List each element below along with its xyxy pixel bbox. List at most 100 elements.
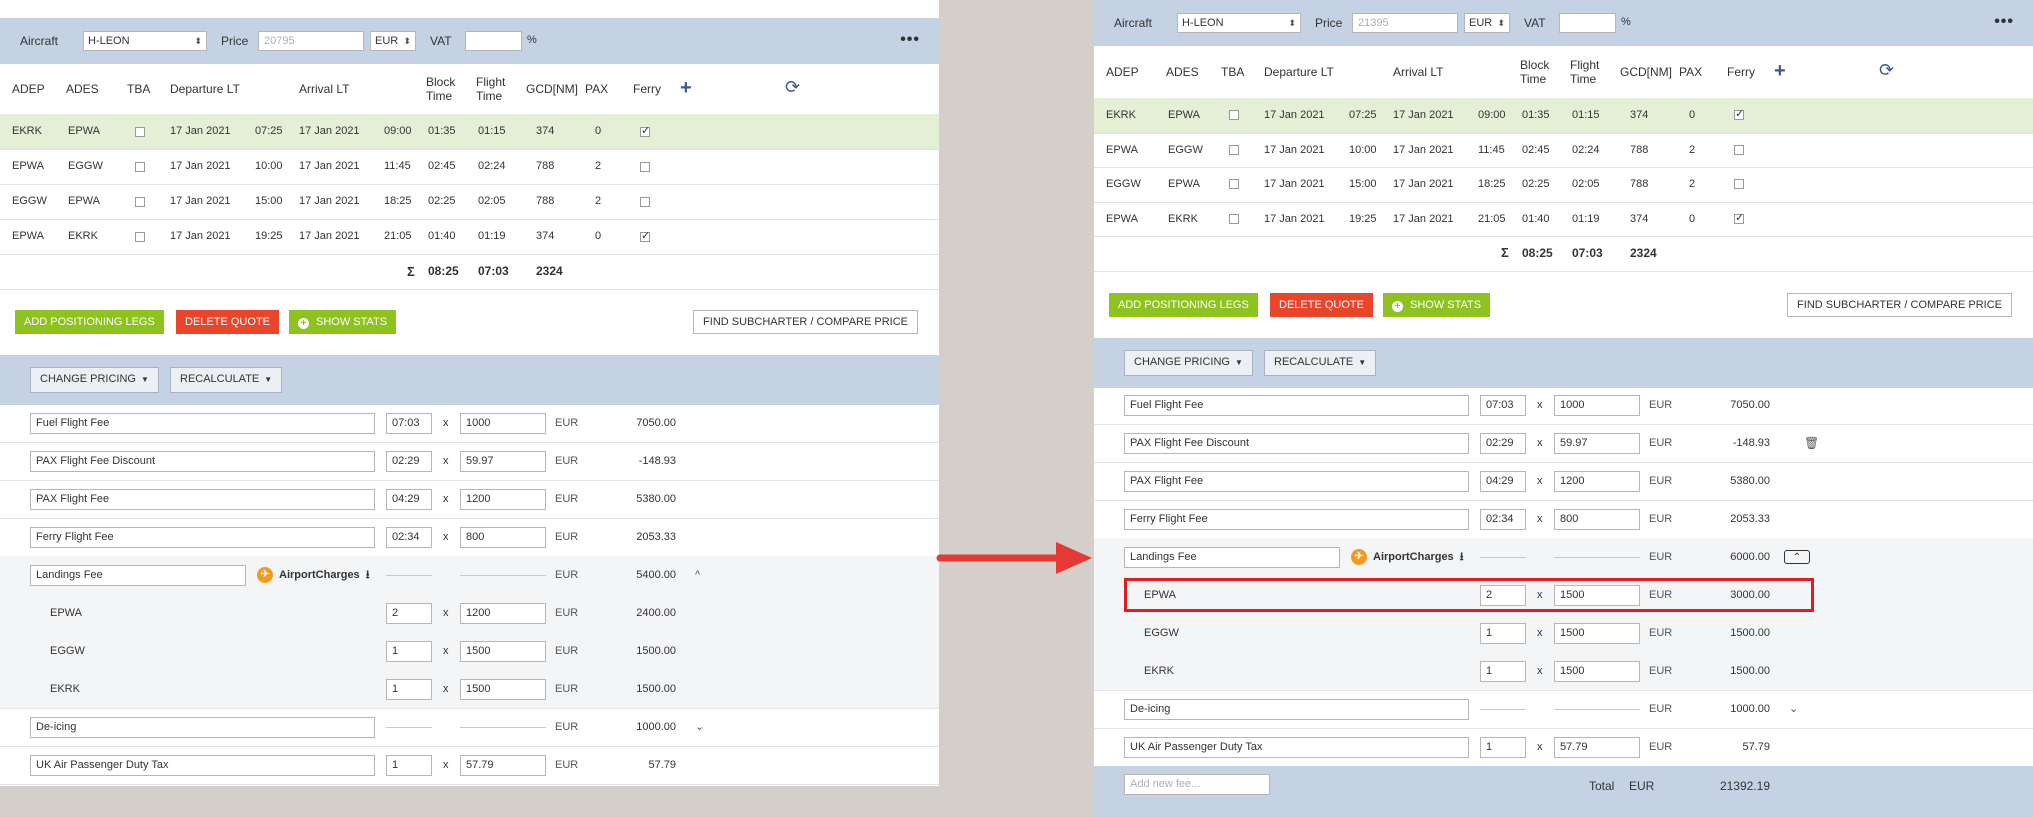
chevron-up-icon[interactable]: ^ <box>695 556 700 594</box>
fee-name-input[interactable]: Ferry Flight Fee <box>30 526 375 548</box>
fee-quantity-input[interactable]: 1 <box>386 678 432 700</box>
fee-name-input[interactable]: PAX Flight Fee Discount <box>1124 432 1469 454</box>
fee-quantity-input[interactable]: 2 <box>386 602 432 624</box>
fee-quantity-input[interactable]: 04:29 <box>386 488 432 510</box>
fee-row[interactable]: De-icing EUR 1000.00 ⌄ <box>1094 690 2033 729</box>
fee-name-input[interactable]: Fuel Flight Fee <box>30 412 375 434</box>
fee-row[interactable]: PAX Flight Fee Discount 02:29 x 59.97 EUR -14… <box>0 442 939 481</box>
add-leg-icon[interactable]: + <box>680 77 692 100</box>
delete-quote-button[interactable]: DELETE QUOTE <box>176 310 279 334</box>
download-icon[interactable]: ⭳ <box>1460 551 1464 563</box>
fee-name-input[interactable]: De-icing <box>1124 698 1469 720</box>
add-new-fee-input[interactable]: Add new fee... <box>1124 774 1270 795</box>
ferry-checkbox[interactable] <box>1734 144 1744 155</box>
fee-rate-input[interactable]: 1000 <box>1554 394 1640 416</box>
refresh-icon[interactable]: ⟳ <box>1879 60 1894 81</box>
fee-quantity-input[interactable]: 02:34 <box>1480 508 1526 530</box>
tba-checkbox[interactable] <box>135 126 145 137</box>
fee-name-input[interactable]: Landings Fee <box>1124 546 1340 568</box>
table-row[interactable]: EGGW EPWA 17 Jan 2021 15:00 17 Jan 2021 18:25… <box>1094 167 2033 203</box>
fee-rate-input[interactable]: 59.97 <box>1554 432 1640 454</box>
fee-row[interactable]: PAX Flight Fee Discount 02:29 x 59.97 EUR -14… <box>1094 424 2033 463</box>
fee-row[interactable]: UK Air Passenger Duty Tax 1 x 57.79 EUR 57.79 <box>0 746 939 785</box>
fee-row[interactable]: PAX Flight Fee 04:29 x 1200 EUR 5380.00 <box>1094 462 2033 501</box>
landing-fee-airport-row[interactable]: EPWA 2 x 1500 EUR 3000.00 <box>1094 576 2033 615</box>
fee-name-input[interactable]: Ferry Flight Fee <box>1124 508 1469 530</box>
table-row[interactable]: EPWA EKRK 17 Jan 2021 19:25 17 Jan 2021 21:05… <box>1094 202 2033 237</box>
aircraft-select[interactable]: H-LEON ⬍ <box>83 31 207 51</box>
table-row[interactable]: EPWA EKRK 17 Jan 2021 19:25 17 Jan 2021 21:05… <box>0 219 939 255</box>
recalculate-button[interactable]: RECALCULATE ▼ <box>170 367 283 393</box>
landing-fee-airport-row[interactable]: EKRK 1 x 1500 EUR 1500.00 <box>0 670 939 709</box>
fee-rate-input[interactable]: 1200 <box>460 602 546 624</box>
tba-checkbox[interactable] <box>1229 144 1239 155</box>
vat-input[interactable] <box>465 31 522 51</box>
table-row[interactable]: EPWA EGGW 17 Jan 2021 10:00 17 Jan 2021 11:45… <box>1094 133 2033 168</box>
add-leg-icon[interactable]: + <box>1774 60 1786 83</box>
fee-name-input[interactable]: Fuel Flight Fee <box>1124 394 1469 416</box>
ferry-checkbox[interactable] <box>640 229 650 242</box>
ferry-checkbox[interactable] <box>640 124 650 137</box>
landing-fee-airport-row[interactable]: EGGW 1 x 1500 EUR 1500.00 <box>0 632 939 671</box>
chevron-down-icon[interactable]: ⌄ <box>695 708 704 746</box>
table-row[interactable]: EPWA EGGW 17 Jan 2021 10:00 17 Jan 2021 11:45… <box>0 149 939 185</box>
trash-icon[interactable]: 🗑 <box>1804 424 1819 462</box>
fee-row[interactable]: Landings Fee ✈ AirportCharges ⭳ EUR 6000.00 ⌃ <box>1094 538 2033 577</box>
fee-row[interactable]: Fuel Flight Fee 07:03 x 1000 EUR 7050.00 <box>0 404 939 443</box>
fee-rate-input[interactable]: 1500 <box>460 640 546 662</box>
fee-rate-input[interactable]: 1500 <box>460 678 546 700</box>
fee-row[interactable]: De-icing EUR 1000.00 ⌄ <box>0 708 939 747</box>
currency-select[interactable]: EUR ⬍ <box>1464 13 1510 33</box>
fee-quantity-input[interactable]: 04:29 <box>1480 470 1526 492</box>
ferry-checkbox[interactable] <box>640 196 650 207</box>
currency-select[interactable]: EUR ⬍ <box>370 31 416 51</box>
show-stats-button[interactable]: + SHOW STATS <box>289 310 397 334</box>
change-pricing-button[interactable]: CHANGE PRICING ▼ <box>30 367 159 393</box>
refresh-icon[interactable]: ⟳ <box>785 77 800 98</box>
ferry-checkbox[interactable] <box>640 161 650 172</box>
fee-row[interactable]: Ferry Flight Fee 02:34 x 800 EUR 2053.33 <box>0 518 939 557</box>
tba-checkbox[interactable] <box>1229 213 1239 224</box>
fee-quantity-input[interactable]: 1 <box>386 640 432 662</box>
fee-rate-input[interactable]: 800 <box>460 526 546 548</box>
change-pricing-button[interactable]: CHANGE PRICING ▼ <box>1124 350 1253 376</box>
fee-quantity-input[interactable]: 1 <box>1480 622 1526 644</box>
tba-checkbox[interactable] <box>1229 179 1239 190</box>
fee-name-input[interactable]: UK Air Passenger Duty Tax <box>30 754 375 776</box>
fee-quantity-input[interactable]: 07:03 <box>386 412 432 434</box>
airport-charges-link[interactable]: ✈ AirportCharges ⭳ <box>1351 538 1464 576</box>
table-row[interactable]: EKRK EPWA 17 Jan 2021 07:25 17 Jan 2021 09:00… <box>0 114 939 150</box>
show-stats-button[interactable]: + SHOW STATS <box>1383 293 1491 317</box>
delete-quote-button[interactable]: DELETE QUOTE <box>1270 293 1373 317</box>
more-options-icon[interactable]: ••• <box>900 31 920 49</box>
fee-name-input[interactable]: PAX Flight Fee <box>1124 470 1469 492</box>
vat-input[interactable] <box>1559 13 1616 33</box>
fee-quantity-input[interactable]: 02:29 <box>386 450 432 472</box>
fee-row[interactable]: Ferry Flight Fee 02:34 x 800 EUR 2053.33 <box>1094 500 2033 539</box>
fee-rate-input[interactable]: 1200 <box>1554 470 1640 492</box>
find-subcharter-button[interactable]: FIND SUBCHARTER / COMPARE PRICE <box>1787 293 2012 317</box>
fee-rate-input[interactable]: 800 <box>1554 508 1640 530</box>
add-positioning-legs-button[interactable]: ADD POSITIONING LEGS <box>15 310 164 334</box>
table-row[interactable]: EKRK EPWA 17 Jan 2021 07:25 17 Jan 2021 09:00… <box>1094 98 2033 134</box>
ferry-checkbox[interactable] <box>1734 179 1744 190</box>
landing-fee-airport-row[interactable]: EGGW 1 x 1500 EUR 1500.00 <box>1094 614 2033 653</box>
download-icon[interactable]: ⭳ <box>366 569 370 581</box>
fee-rate-input[interactable]: 1500 <box>1554 622 1640 644</box>
airport-charges-link[interactable]: ✈ AirportCharges ⭳ <box>257 556 370 594</box>
find-subcharter-button[interactable]: FIND SUBCHARTER / COMPARE PRICE <box>693 310 918 334</box>
fee-quantity-input[interactable]: 1 <box>1480 660 1526 682</box>
fee-quantity-input[interactable]: 07:03 <box>1480 394 1526 416</box>
fee-rate-input[interactable]: 1500 <box>1554 660 1640 682</box>
fee-name-input[interactable]: PAX Flight Fee Discount <box>30 450 375 472</box>
chevron-up-icon[interactable]: ⌃ <box>1784 550 1810 564</box>
add-positioning-legs-button[interactable]: ADD POSITIONING LEGS <box>1109 293 1258 317</box>
landing-fee-airport-row[interactable]: EKRK 1 x 1500 EUR 1500.00 <box>1094 652 2033 691</box>
fee-rate-input[interactable]: 57.79 <box>1554 736 1640 758</box>
fee-row[interactable]: Landings Fee ✈ AirportCharges ⭳ EUR 5400.00 ^ <box>0 556 939 595</box>
fee-name-input[interactable]: PAX Flight Fee <box>30 488 375 510</box>
tba-checkbox[interactable] <box>135 161 145 172</box>
tba-checkbox[interactable] <box>135 196 145 207</box>
fee-name-input[interactable]: De-icing <box>30 716 375 738</box>
more-options-icon[interactable]: ••• <box>1994 13 2014 31</box>
